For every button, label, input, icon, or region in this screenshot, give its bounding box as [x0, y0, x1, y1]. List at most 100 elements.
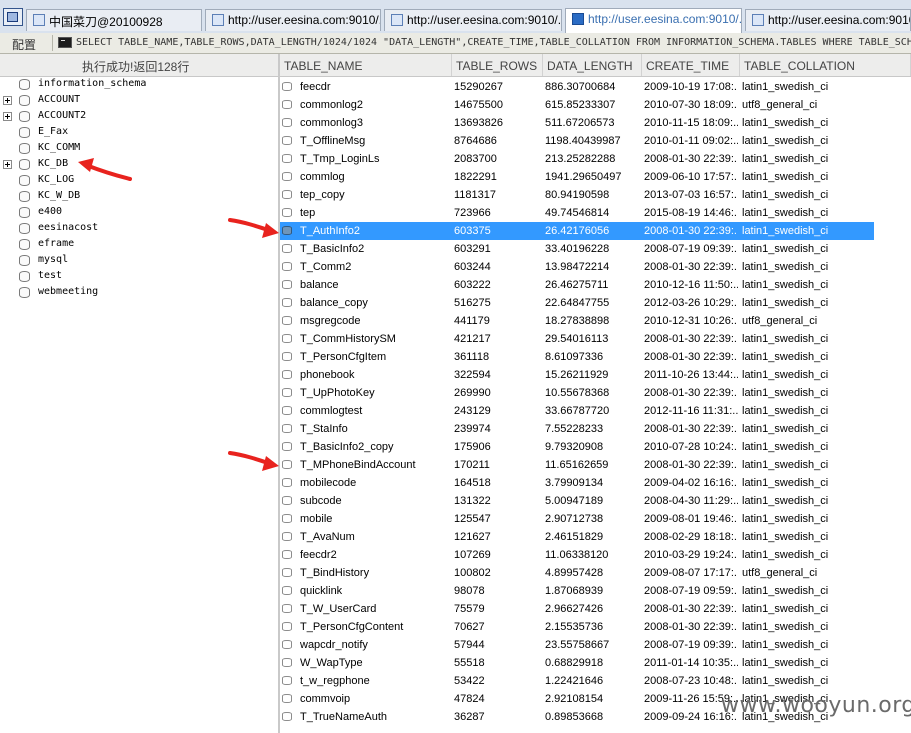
table-row[interactable]: balance_copy 516275 22.64847755 2012-03-26 … — [280, 294, 911, 312]
database-tree-item[interactable]: KC_W_DB — [0, 189, 278, 205]
database-icon — [19, 111, 30, 122]
column-header-data-length[interactable]: DATA_LENGTH — [543, 54, 642, 76]
cell-create-time: 2008-01-30 22:39:... — [644, 225, 738, 237]
cell-create-time: 2008-02-29 18:18:... — [644, 531, 738, 543]
tab-url-1[interactable]: http://user.eesina.com:9010/... — [205, 9, 381, 31]
cell-table-rows: 603222 — [454, 279, 491, 291]
table-row[interactable]: wapcdr_notify 57944 23.55758667 2008-07-19 … — [280, 636, 911, 654]
cell-create-time: 2008-01-30 22:39:... — [644, 423, 738, 435]
table-row[interactable]: quicklink 98078 1.87068939 2008-07-19 09:59… — [280, 582, 911, 600]
cell-table-collation: latin1_swedish_ci — [742, 603, 829, 615]
database-tree-item[interactable]: ACCOUNT2 — [0, 109, 278, 125]
database-icon — [19, 159, 30, 170]
database-tree-item[interactable]: E_Fax — [0, 125, 278, 141]
cell-data-length: 4.89957428 — [545, 567, 604, 579]
table-row[interactable]: commlog 1822291 1941.29650497 2009-06-10 17… — [280, 168, 911, 186]
table-row[interactable]: t_w_regphone 53422 1.22421646 2008-07-23 10… — [280, 672, 911, 690]
table-row[interactable]: commonlog2 14675500 615.85233307 2010-07-30… — [280, 96, 911, 114]
table-row[interactable]: commlogtest 243129 33.66787720 2012-11-16 1… — [280, 402, 911, 420]
cell-data-length: 1941.29650497 — [545, 171, 622, 183]
table-row[interactable]: commonlog3 13693826 511.67206573 2010-11-15… — [280, 114, 911, 132]
table-row[interactable]: msgregcode 441179 18.27838898 2010-12-31 10… — [280, 312, 911, 330]
table-row[interactable]: T_BasicInfo2_copy 175906 9.79320908 2010-07… — [280, 438, 911, 456]
table-row[interactable]: T_W_UserCard 75579 2.96627426 2008-01-30 22… — [280, 600, 911, 618]
database-tree-item[interactable]: KC_LOG — [0, 173, 278, 189]
cell-create-time: 2008-01-30 22:39:... — [644, 459, 738, 471]
table-row[interactable]: subcode 131322 5.00947189 2008-04-30 11:29:… — [280, 492, 911, 510]
database-tree-item[interactable]: KC_DB — [0, 157, 278, 173]
table-row[interactable]: T_PersonCfgItem 361118 8.61097336 2008-01-3… — [280, 348, 911, 366]
database-tree-item[interactable]: information_schema — [0, 77, 278, 93]
cell-table-name: tep — [300, 207, 316, 219]
table-row[interactable]: mobilecode 164518 3.79909134 2009-04-02 16:… — [280, 474, 911, 492]
cell-table-collation: latin1_swedish_ci — [742, 405, 829, 417]
table-row[interactable]: T_AvaNum 121627 2.46151829 2008-02-29 18:18… — [280, 528, 911, 546]
toolbar-divider — [52, 35, 53, 51]
table-row[interactable]: T_PersonCfgContent 70627 2.15535736 2008-01… — [280, 618, 911, 636]
expand-plus-icon[interactable] — [3, 160, 12, 169]
cell-create-time: 2008-07-23 10:48:... — [644, 675, 738, 687]
database-tree-item[interactable]: ACCOUNT — [0, 93, 278, 109]
cell-table-name: mobile — [300, 513, 333, 525]
table-row[interactable]: tep 723966 49.74546814 2015-08-19 14:46:...… — [280, 204, 911, 222]
cell-table-rows: 603291 — [454, 243, 491, 255]
database-tree-item[interactable]: mysql — [0, 253, 278, 269]
cell-data-length: 8.61097336 — [545, 351, 604, 363]
query-toolbar: 配置 SELECT TABLE_NAME,TABLE_ROWS,DATA_LEN… — [0, 33, 911, 54]
tab-label: http://user.eesina.com:9010/... — [407, 13, 562, 27]
column-header-table-collation[interactable]: TABLE_COLLATION — [740, 54, 911, 76]
sql-query-input[interactable]: SELECT TABLE_NAME,TABLE_ROWS,DATA_LENGTH… — [76, 37, 911, 48]
column-header-table-rows[interactable]: TABLE_ROWS — [452, 54, 543, 76]
database-icon — [19, 223, 30, 234]
table-row[interactable]: feecdr 15290267 886.30700684 2009-10-19 17:… — [280, 78, 911, 96]
tab-url-4[interactable]: http://user.eesina.com:9010/... — [745, 9, 911, 31]
cell-table-rows: 121627 — [454, 531, 491, 543]
cell-table-collation: utf8_general_ci — [742, 315, 818, 327]
tab-url-3-active[interactable]: http://user.eesina.com:9010/... — [565, 8, 742, 33]
database-tree-item[interactable]: webmeeting — [0, 285, 278, 301]
tab-url-2[interactable]: http://user.eesina.com:9010/... — [384, 9, 562, 31]
cell-create-time: 2008-07-19 09:39:... — [644, 639, 738, 651]
cell-data-length: 2.96627426 — [545, 603, 604, 615]
table-row[interactable]: mobile 125547 2.90712738 2009-08-01 19:46:.… — [280, 510, 911, 528]
cell-table-name: T_Tmp_LoginLs — [300, 153, 380, 165]
table-row[interactable]: T_MPhoneBindAccount 170211 11.65162659 2008… — [280, 456, 911, 474]
cell-data-length: 2.15535736 — [545, 621, 604, 633]
table-row[interactable]: T_Comm2 603244 13.98472214 2008-01-30 22:39… — [280, 258, 911, 276]
table-row[interactable]: tep_copy 1181317 80.94190598 2013-07-03 16:… — [280, 186, 911, 204]
table-row[interactable]: balance 603222 26.46275711 2010-12-16 11:50… — [280, 276, 911, 294]
tab-caidao[interactable]: 中国菜刀@20100928 — [26, 9, 202, 31]
config-button[interactable]: 配置 — [12, 36, 36, 53]
expand-plus-icon[interactable] — [3, 112, 12, 121]
database-icon — [19, 175, 30, 186]
database-tree-item[interactable]: KC_COMM — [0, 141, 278, 157]
cell-create-time: 2010-11-15 18:09:... — [644, 117, 738, 129]
cell-table-collation: latin1_swedish_ci — [742, 153, 829, 165]
table-row[interactable]: W_WapType 55518 0.68829918 2011-01-14 10:35… — [280, 654, 911, 672]
table-row[interactable]: T_BindHistory 100802 4.89957428 2009-08-07 … — [280, 564, 911, 582]
cell-table-name: t_w_regphone — [300, 675, 370, 687]
cell-create-time: 2010-07-30 18:09:... — [644, 99, 738, 111]
table-row[interactable]: T_StaInfo 239974 7.55228233 2008-01-30 22:3… — [280, 420, 911, 438]
database-tree-item[interactable]: test — [0, 269, 278, 285]
column-header-create-time[interactable]: CREATE_TIME — [642, 54, 740, 76]
cell-create-time: 2008-07-19 09:59:... — [644, 585, 738, 597]
table-row[interactable]: T_UpPhotoKey 269990 10.55678368 2008-01-30 … — [280, 384, 911, 402]
database-name: ACCOUNT — [38, 94, 81, 105]
expand-plus-icon[interactable] — [3, 96, 12, 105]
cell-table-name: T_StaInfo — [300, 423, 348, 435]
table-row[interactable]: phonebook 322594 15.26211929 2011-10-26 13:… — [280, 366, 911, 384]
table-row[interactable]: feecdr2 107269 11.06338120 2010-03-29 19:24… — [280, 546, 911, 564]
cell-data-length: 26.46275711 — [545, 279, 609, 291]
cell-table-collation: latin1_swedish_ci — [742, 369, 829, 381]
window-menu-icon[interactable] — [3, 8, 23, 26]
cell-table-collation: latin1_swedish_ci — [742, 351, 829, 363]
column-header-table-name[interactable]: TABLE_NAME — [280, 54, 452, 76]
cell-table-name: phonebook — [300, 369, 355, 381]
table-row[interactable]: T_OfflineMsg 8764686 1198.40439987 2010-01-… — [280, 132, 911, 150]
table-row[interactable]: T_Tmp_LoginLs 2083700 213.25282288 2008-01-… — [280, 150, 911, 168]
table-row[interactable]: T_CommHistorySM 421217 29.54016113 2008-01-… — [280, 330, 911, 348]
table-row[interactable]: T_BasicInfo2 603291 33.40196228 2008-07-19 … — [280, 240, 911, 258]
table-row[interactable]: T_AuthInfo2 603375 26.42176056 2008-01-30 2… — [280, 222, 911, 240]
cell-table-rows: 1822291 — [454, 171, 497, 183]
